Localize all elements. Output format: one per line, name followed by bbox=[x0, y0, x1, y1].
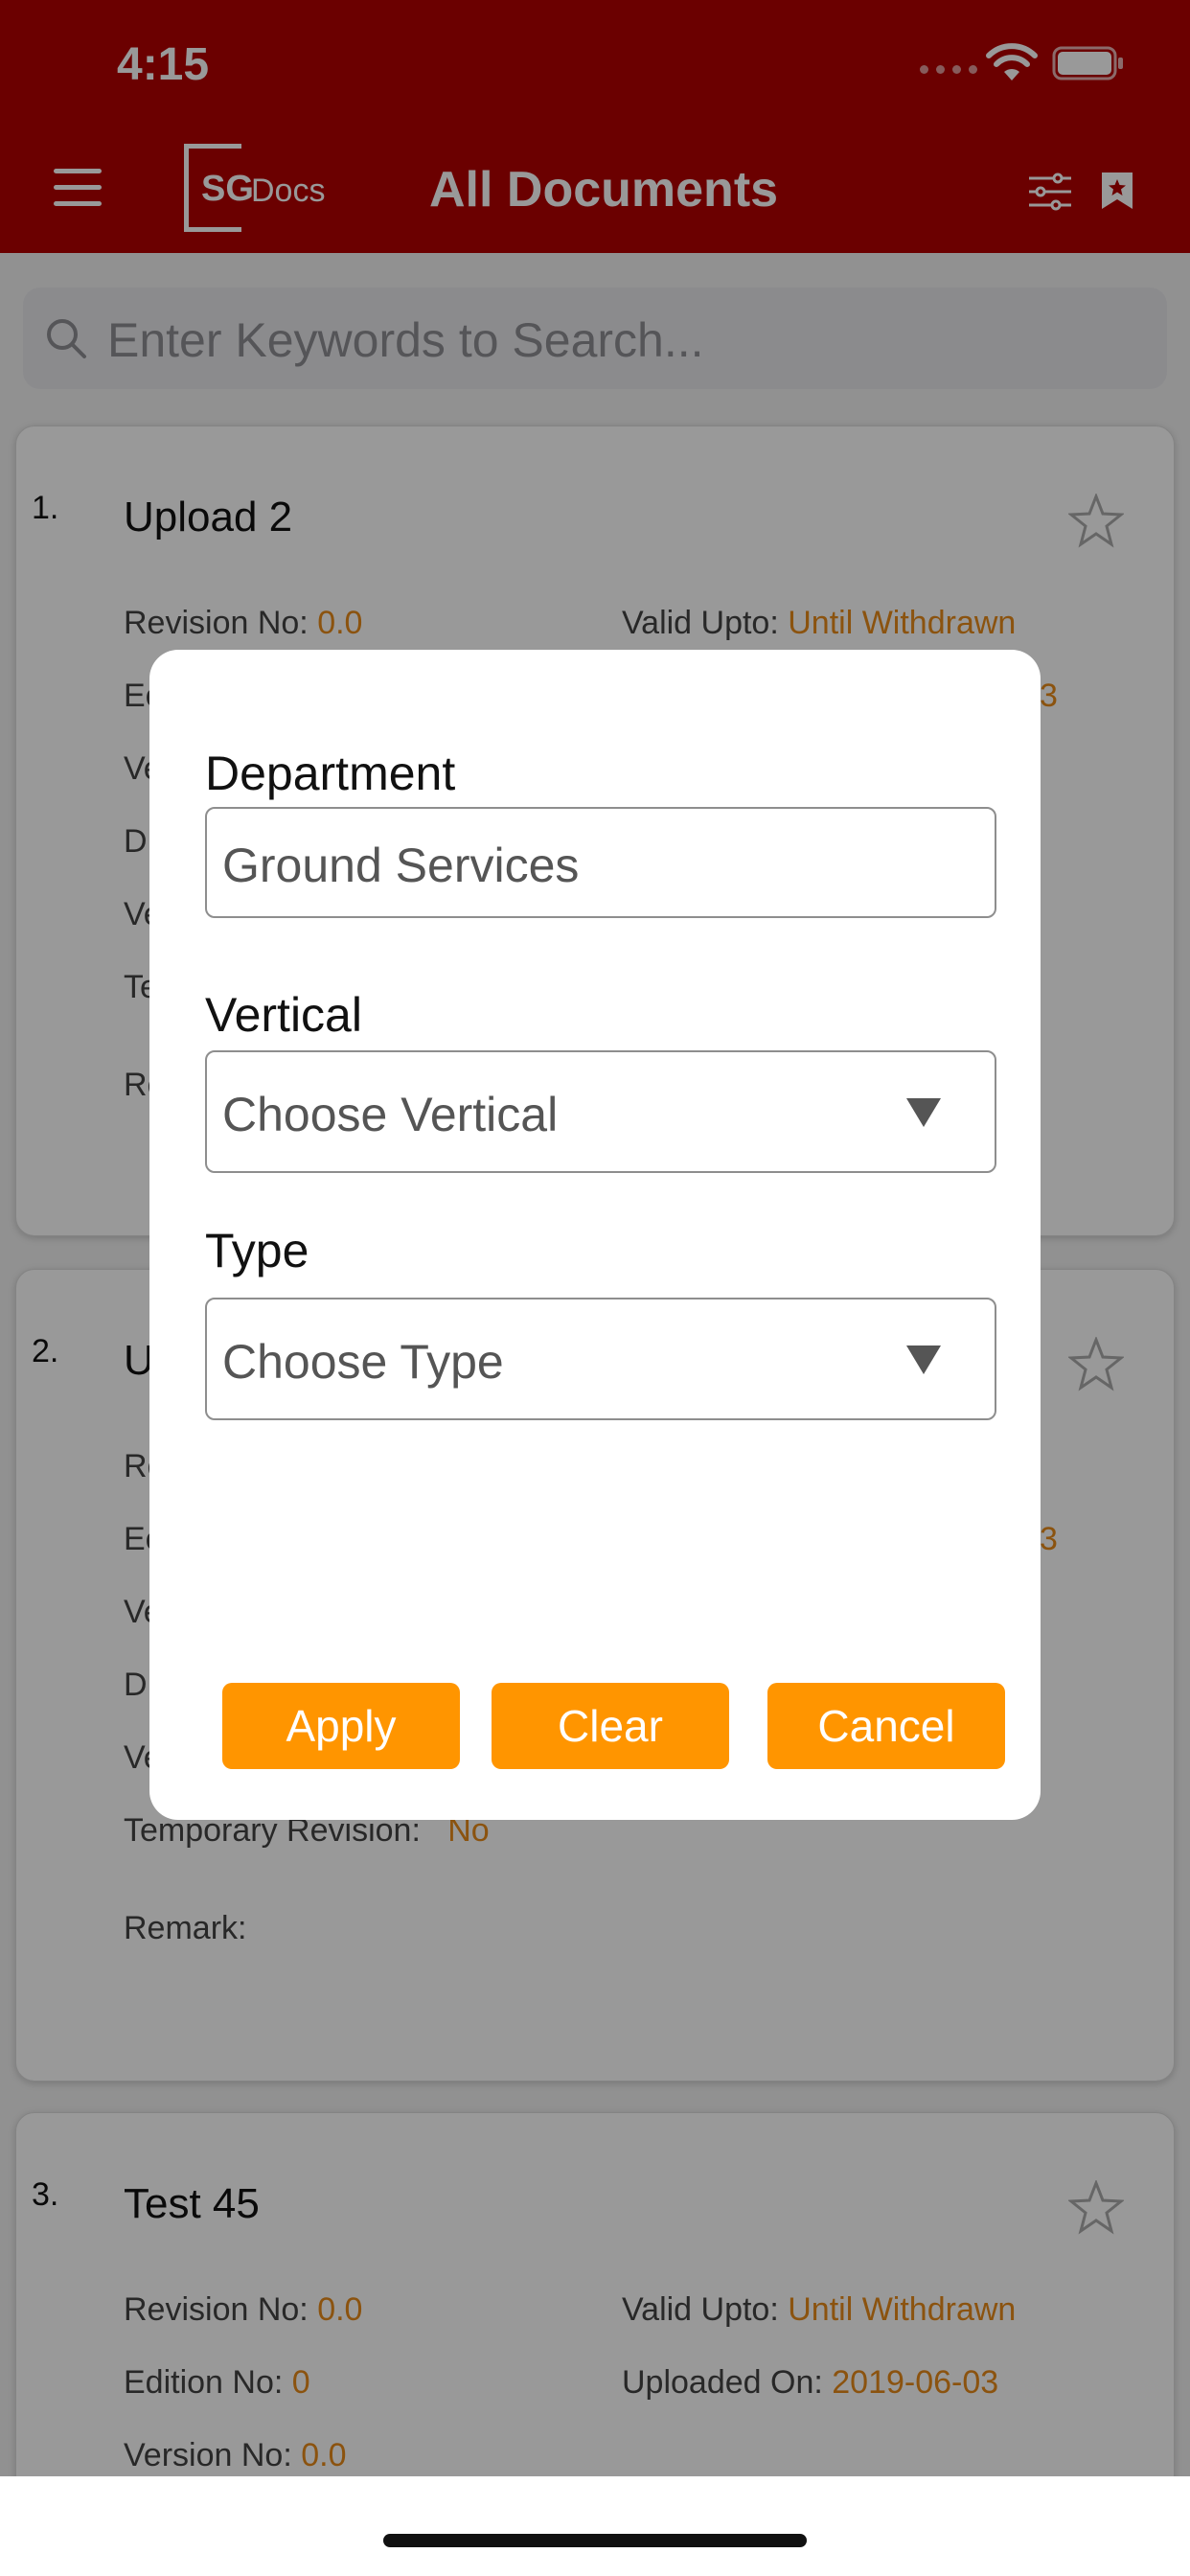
type-label: Type bbox=[205, 1224, 309, 1277]
apply-button[interactable]: Apply bbox=[222, 1683, 460, 1769]
vertical-value: Choose Vertical bbox=[222, 1088, 559, 1141]
department-field[interactable]: Ground Services bbox=[205, 807, 996, 918]
vertical-label: Vertical bbox=[205, 988, 362, 1042]
home-bar bbox=[0, 2476, 1190, 2576]
department-label: Department bbox=[205, 747, 456, 800]
cancel-button[interactable]: Cancel bbox=[767, 1683, 1005, 1769]
type-value: Choose Type bbox=[222, 1335, 504, 1389]
filter-dialog: Department Ground Services Vertical Choo… bbox=[149, 650, 1041, 1820]
department-value: Ground Services bbox=[222, 839, 580, 892]
type-select[interactable]: Choose Type bbox=[205, 1298, 996, 1420]
vertical-select[interactable]: Choose Vertical bbox=[205, 1050, 996, 1173]
clear-button[interactable]: Clear bbox=[492, 1683, 729, 1769]
home-indicator[interactable] bbox=[383, 2534, 807, 2547]
chevron-down-icon bbox=[906, 1098, 941, 1127]
chevron-down-icon bbox=[906, 1346, 941, 1374]
